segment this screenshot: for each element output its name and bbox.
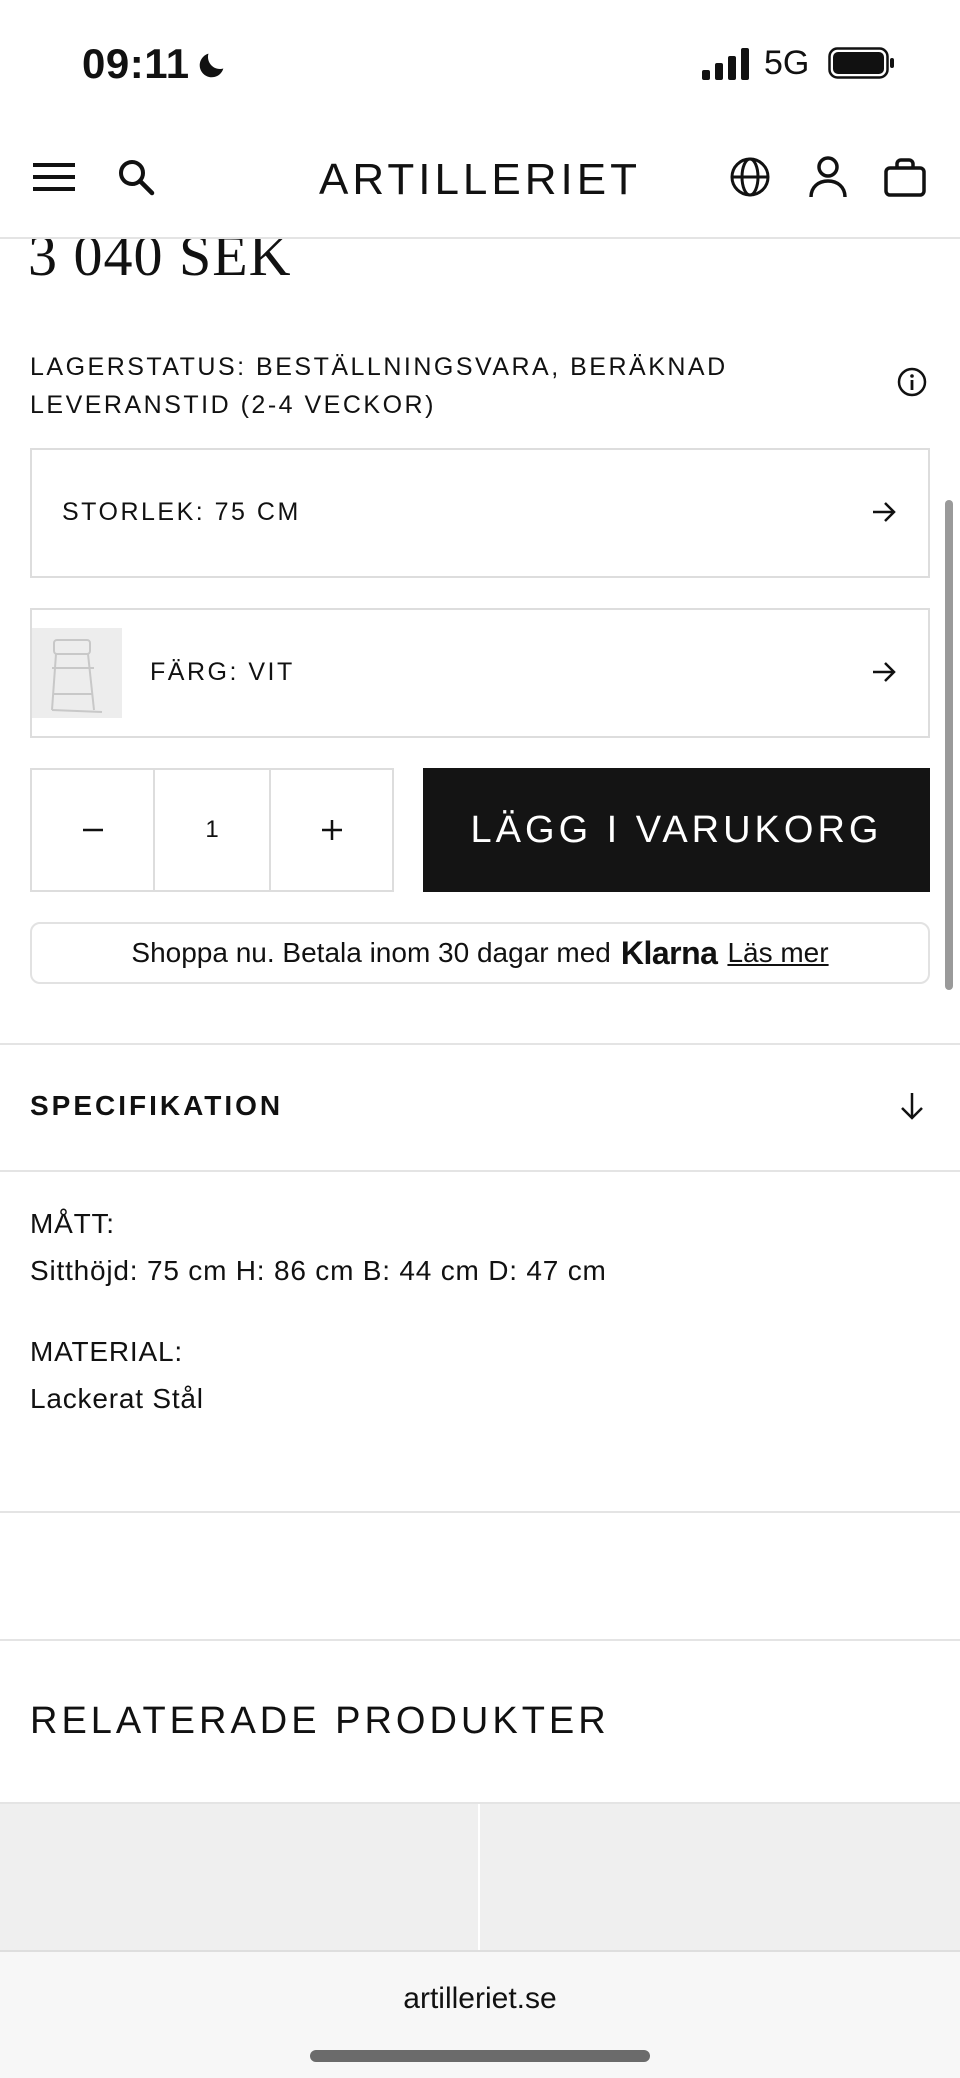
size-label: STORLEK: 75 CM <box>62 498 301 526</box>
battery-icon <box>828 47 894 79</box>
related-products-heading: RELATERADE PRODUKTER <box>30 1700 610 1742</box>
status-bar: 09:11 5G <box>0 0 960 125</box>
plus-icon <box>321 820 342 840</box>
site-header: ARTILLERIET <box>0 125 960 239</box>
klarna-read-more-link[interactable]: Läs mer <box>727 937 828 969</box>
network-label: 5G <box>764 44 810 82</box>
info-icon[interactable] <box>896 366 928 398</box>
dimensions-label: MÅTT: <box>30 1208 115 1239</box>
browser-url[interactable]: artilleriet.se <box>0 1982 960 2016</box>
related-product-tile[interactable] <box>480 1804 960 1950</box>
moon-icon <box>199 53 224 78</box>
signal-icon <box>702 48 749 80</box>
klarna-banner: Shoppa nu. Betala inom 30 dagar med Klar… <box>30 922 930 984</box>
material-value: Lackerat Stål <box>30 1383 204 1414</box>
divider <box>0 1639 960 1641</box>
account-icon[interactable] <box>804 153 852 201</box>
color-thumbnail <box>32 628 122 718</box>
divider <box>0 1043 960 1045</box>
status-time: 09:11 <box>82 40 190 87</box>
decrease-quantity-button[interactable] <box>32 770 153 890</box>
divider <box>0 1170 960 1172</box>
arrow-right-icon <box>873 662 896 682</box>
color-label: FÄRG: VIT <box>150 658 295 686</box>
arrow-right-icon <box>873 502 896 522</box>
klarna-text: Shoppa nu. Betala inom 30 dagar med <box>131 937 611 968</box>
globe-icon[interactable] <box>726 153 774 201</box>
browser-address-bar[interactable]: artilleriet.se <box>0 1950 960 2078</box>
quantity-stepper: 1 <box>30 768 394 892</box>
dimensions-value: Sitthöjd: 75 cm H: 86 cm B: 44 cm D: 47 … <box>30 1255 607 1286</box>
material-label: MATERIAL: <box>30 1336 183 1367</box>
klarna-logo: Klarna <box>620 934 718 971</box>
specification-header[interactable]: SPECIFIKATION <box>30 1090 283 1122</box>
scrollbar[interactable] <box>945 500 953 990</box>
quantity-value[interactable]: 1 <box>153 770 271 890</box>
arrow-down-icon[interactable] <box>896 1090 928 1122</box>
home-indicator <box>310 2050 650 2062</box>
increase-quantity-button[interactable] <box>271 770 392 890</box>
color-selector[interactable]: FÄRG: VIT <box>30 608 930 738</box>
minus-icon <box>82 828 103 832</box>
divider <box>0 1511 960 1513</box>
shopping-bag-icon[interactable] <box>881 153 929 201</box>
add-to-cart-button[interactable]: LÄGG I VARUKORG <box>423 768 930 892</box>
related-product-tile[interactable] <box>0 1804 478 1950</box>
stock-status: LAGERSTATUS: BESTÄLLNINGSVARA, BERÄKNAD … <box>30 353 728 419</box>
size-selector[interactable]: STORLEK: 75 CM <box>30 448 930 578</box>
